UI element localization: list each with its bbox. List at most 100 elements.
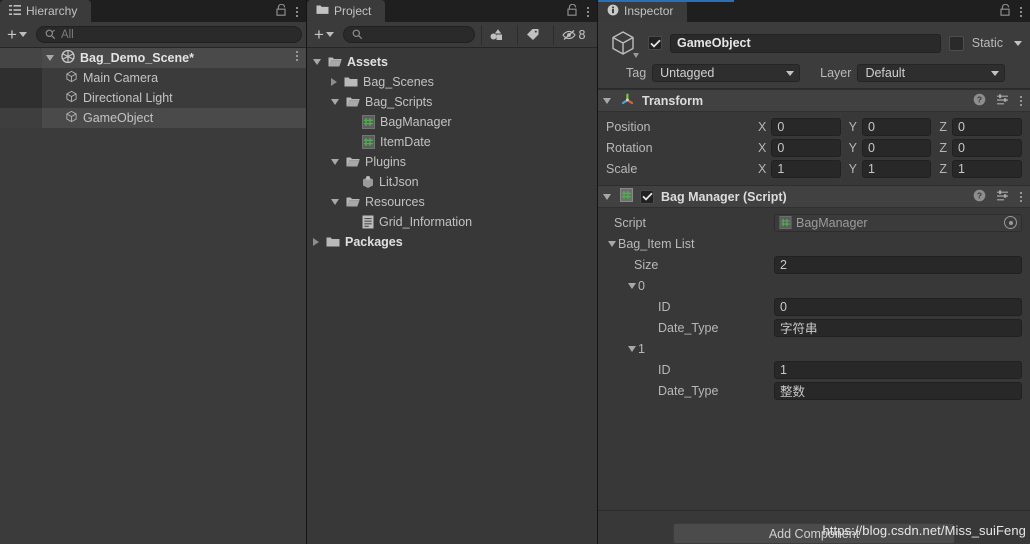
transform-rotation-y-input[interactable]: 0 xyxy=(862,138,932,157)
inspector-tabbar: Inspector xyxy=(598,0,1030,22)
dll-assembly-icon xyxy=(362,175,374,189)
project-9-expander-icon[interactable] xyxy=(313,238,319,246)
tag-dropdown[interactable]: Untagged xyxy=(652,64,801,82)
kebab-menu-icon[interactable] xyxy=(1020,191,1022,202)
kebab-menu-icon[interactable] xyxy=(1020,95,1022,106)
bag-item-elements: 0 ID 0 Date_Type 字符串 1 ID 1 Date_Type 整数 xyxy=(606,275,1022,401)
kebab-menu-icon[interactable] xyxy=(587,6,589,17)
hierarchy-tree[interactable]: Bag_Demo_Scene* Main Camera Directional Li… xyxy=(0,48,306,544)
static-checkbox[interactable] xyxy=(948,35,964,51)
tab-hierarchy[interactable]: Hierarchy xyxy=(0,0,92,22)
project-row-bag-scripts[interactable]: Bag_Scripts xyxy=(307,92,597,112)
favorites-filter-icon[interactable] xyxy=(481,24,511,45)
hierarchy-0-expander-icon[interactable] xyxy=(46,55,54,61)
label-tag-filter-icon[interactable] xyxy=(517,24,547,45)
transform-scale-z-input[interactable]: 1 xyxy=(951,159,1023,178)
bag-item-list-row[interactable]: Bag_Item List xyxy=(606,233,1022,254)
kebab-menu-icon[interactable] xyxy=(1020,6,1022,17)
bagmanager-enabled-checkbox[interactable] xyxy=(640,189,654,204)
transform-scale-x-input[interactable]: 1 xyxy=(771,159,841,178)
field-input[interactable]: 字符串 xyxy=(774,318,1022,337)
hierarchy-row-bag-demo-scene[interactable]: Bag_Demo_Scene* xyxy=(0,48,306,68)
info-icon xyxy=(607,4,619,19)
field-input[interactable]: 1 xyxy=(774,360,1022,379)
project-0-expander-icon[interactable] xyxy=(313,59,321,65)
bagmanager-expander-icon[interactable] xyxy=(603,193,611,200)
layer-value: Default xyxy=(865,66,906,80)
project-row-litjson[interactable]: LitJson xyxy=(307,172,597,192)
help-icon[interactable]: ? xyxy=(973,189,986,205)
project-5-expander-icon[interactable] xyxy=(331,159,339,165)
script-object-field[interactable]: BagManager xyxy=(774,213,1022,232)
field-input[interactable]: 整数 xyxy=(774,381,1022,400)
bagmanager-component-header[interactable]: Bag Manager (Script) ? xyxy=(598,185,1030,208)
gameobject-enabled-checkbox[interactable] xyxy=(648,36,662,50)
tab-project[interactable]: Project xyxy=(307,0,386,22)
preset-sliders-icon[interactable] xyxy=(996,93,1010,109)
list-element-0-expander-icon[interactable] xyxy=(628,282,636,289)
gameobject-cube-icon xyxy=(65,70,78,86)
tab-inspector[interactable]: Inspector xyxy=(598,0,688,22)
help-icon[interactable]: ? xyxy=(973,93,986,109)
object-picker-icon[interactable] xyxy=(1004,216,1017,229)
hierarchy-row-directional-light[interactable]: Directional Light xyxy=(0,88,306,108)
chevron-down-icon xyxy=(991,70,1000,76)
project-row-packages[interactable]: Packages xyxy=(307,232,597,252)
search-icon xyxy=(45,29,56,40)
gameobject-name-field[interactable]: GameObject xyxy=(670,33,941,53)
project-row-bagmanager[interactable]: BagManager xyxy=(307,112,597,132)
value: 1 xyxy=(868,161,875,176)
project-row-resources[interactable]: Resources xyxy=(307,192,597,212)
project-row-itemdate[interactable]: ItemDate xyxy=(307,132,597,152)
project-row-assets[interactable]: Assets xyxy=(307,52,597,72)
layer-dropdown[interactable]: Default xyxy=(857,64,1006,82)
kebab-menu-icon[interactable] xyxy=(296,6,298,17)
value: 0 xyxy=(957,140,965,155)
chevron-down-icon[interactable] xyxy=(633,53,639,58)
static-label: Static xyxy=(971,36,1003,50)
transform-position-z-input[interactable]: 0 xyxy=(951,117,1023,136)
lock-icon[interactable] xyxy=(567,3,578,19)
kebab-menu-icon[interactable] xyxy=(296,51,298,61)
static-chevron-down-icon[interactable] xyxy=(1014,40,1022,46)
hierarchy-search-input[interactable]: All xyxy=(35,26,302,43)
text-asset-icon xyxy=(362,215,374,229)
list-element-0-header[interactable]: 0 xyxy=(606,275,1022,296)
layer-label: Layer xyxy=(820,66,852,80)
project-row-bag-scenes[interactable]: Bag_Scenes xyxy=(307,72,597,92)
project-row-plugins[interactable]: Plugins xyxy=(307,152,597,172)
transform-position-y-input[interactable]: 0 xyxy=(862,117,932,136)
hierarchy-row-main-camera[interactable]: Main Camera xyxy=(0,68,306,88)
bag-item-list-expander-icon[interactable] xyxy=(608,240,616,247)
project-tree[interactable]: Assets Bag_Scenes Bag_Scripts BagManager Ite… xyxy=(307,48,597,544)
axis-z-label: Z xyxy=(939,119,947,134)
list-element-1-expander-icon[interactable] xyxy=(628,345,636,352)
transform-position-x-input[interactable]: 0 xyxy=(771,117,841,136)
project-7-expander-icon[interactable] xyxy=(331,199,339,205)
project-tabbar: Project xyxy=(307,0,597,22)
lock-icon[interactable] xyxy=(276,3,287,19)
project-search-input[interactable] xyxy=(342,26,475,43)
transform-expander-icon[interactable] xyxy=(603,97,611,104)
transform-component-header[interactable]: Transform ? xyxy=(598,89,1030,112)
preset-sliders-icon[interactable] xyxy=(996,189,1010,205)
size-input[interactable]: 2 xyxy=(774,255,1022,274)
project-1-expander-icon[interactable] xyxy=(331,78,337,86)
value: 0 xyxy=(777,140,785,155)
hierarchy-row-gameobject[interactable]: GameObject xyxy=(0,108,306,128)
field-input[interactable]: 0 xyxy=(774,297,1022,316)
transform-scale-y-input[interactable]: 1 xyxy=(862,159,932,178)
project-2-expander-icon[interactable] xyxy=(331,99,339,105)
project-row-grid-information[interactable]: Grid_Information xyxy=(307,212,597,232)
transform-rotation-x-input[interactable]: 0 xyxy=(771,138,841,157)
transform-rotation-z-input[interactable]: 0 xyxy=(951,138,1023,157)
create-object-button[interactable]: + xyxy=(4,26,30,43)
folder-icon xyxy=(316,4,329,18)
list-element-1-header[interactable]: 1 xyxy=(606,338,1022,359)
scene-icon xyxy=(61,49,75,66)
hierarchy-search-placeholder: All xyxy=(60,28,74,41)
create-asset-button[interactable]: + xyxy=(311,26,337,43)
hidden-packages-icon[interactable]: 8 xyxy=(553,24,593,45)
lock-icon[interactable] xyxy=(1000,3,1011,19)
hierarchy-row-label: Main Camera xyxy=(83,71,159,85)
